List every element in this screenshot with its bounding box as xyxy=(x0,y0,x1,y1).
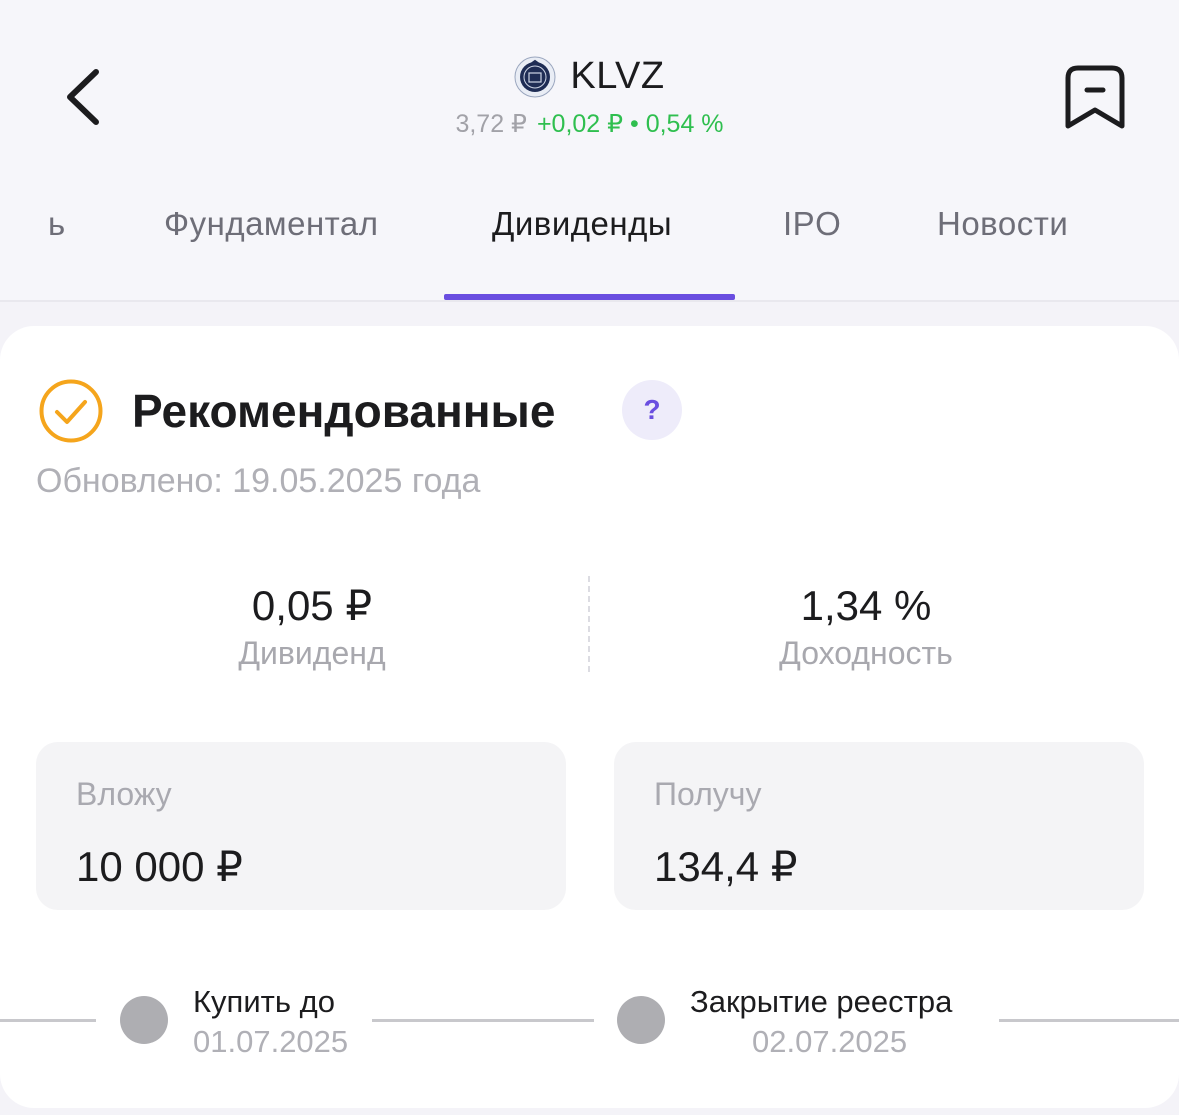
current-price: 3,72 ₽ xyxy=(455,109,527,138)
yield-label: Доходность xyxy=(779,635,953,671)
timeline-line xyxy=(0,1019,96,1022)
registry-close-date: 02.07.2025 xyxy=(752,1024,908,1059)
buy-before-date: 01.07.2025 xyxy=(193,1024,349,1059)
invest-value: 10 000 ₽ xyxy=(76,843,243,890)
invest-label: Вложу xyxy=(76,776,172,812)
tab-dividends[interactable]: Дивиденды xyxy=(492,205,672,243)
timeline-dot-registry-close xyxy=(617,996,665,1044)
timeline-line xyxy=(999,1019,1179,1022)
help-button[interactable]: ? xyxy=(622,380,682,440)
header-divider xyxy=(0,300,1179,302)
receive-value: 134,4 ₽ xyxy=(654,843,798,890)
buy-before-label: Купить до xyxy=(193,984,335,1019)
receive-label: Получу xyxy=(654,776,762,812)
tab-partial[interactable]: ь xyxy=(48,205,66,243)
price-change: +0,02 ₽ • 0,54 % xyxy=(536,109,724,138)
tab-fundamental[interactable]: Фундаментал xyxy=(164,205,379,243)
dividend-label: Дивиденд xyxy=(238,635,386,671)
ticker-symbol: KLVZ xyxy=(570,55,665,97)
company-logo-icon xyxy=(514,56,556,97)
dividend-value: 0,05 ₽ xyxy=(251,582,373,629)
updated-date: Обновлено: 19.05.2025 года xyxy=(36,462,481,500)
check-circle-icon xyxy=(39,379,103,443)
stat-dividend: 0,05 ₽ Дивиденд xyxy=(42,582,582,676)
invest-amount-field[interactable]: Вложу 10 000 ₽ xyxy=(36,742,566,910)
tab-ipo[interactable]: IPO xyxy=(783,205,841,243)
timeline-line xyxy=(372,1019,594,1022)
timeline-dot-buy-before xyxy=(120,996,168,1044)
stat-yield: 1,34 % Доходность xyxy=(596,582,1136,676)
stats-divider xyxy=(588,576,590,672)
tab-bar: ь Фундаментал Дивиденды IPO Новости xyxy=(0,205,1179,255)
dividend-card xyxy=(0,326,1179,1108)
card-title: Рекомендованные xyxy=(132,385,556,437)
top-header xyxy=(0,0,1179,300)
receive-amount-field[interactable]: Получу 134,4 ₽ xyxy=(614,742,1144,910)
ticker-header: KLVZ 3,72 ₽ +0,02 ₽ • 0,54 % xyxy=(0,55,1179,139)
registry-close-label: Закрытие реестра xyxy=(690,984,953,1019)
bookmark-remove-icon xyxy=(1065,65,1125,129)
yield-value: 1,34 % xyxy=(800,582,932,629)
bookmark-button[interactable] xyxy=(1064,64,1126,132)
tab-news[interactable]: Новости xyxy=(937,205,1068,243)
